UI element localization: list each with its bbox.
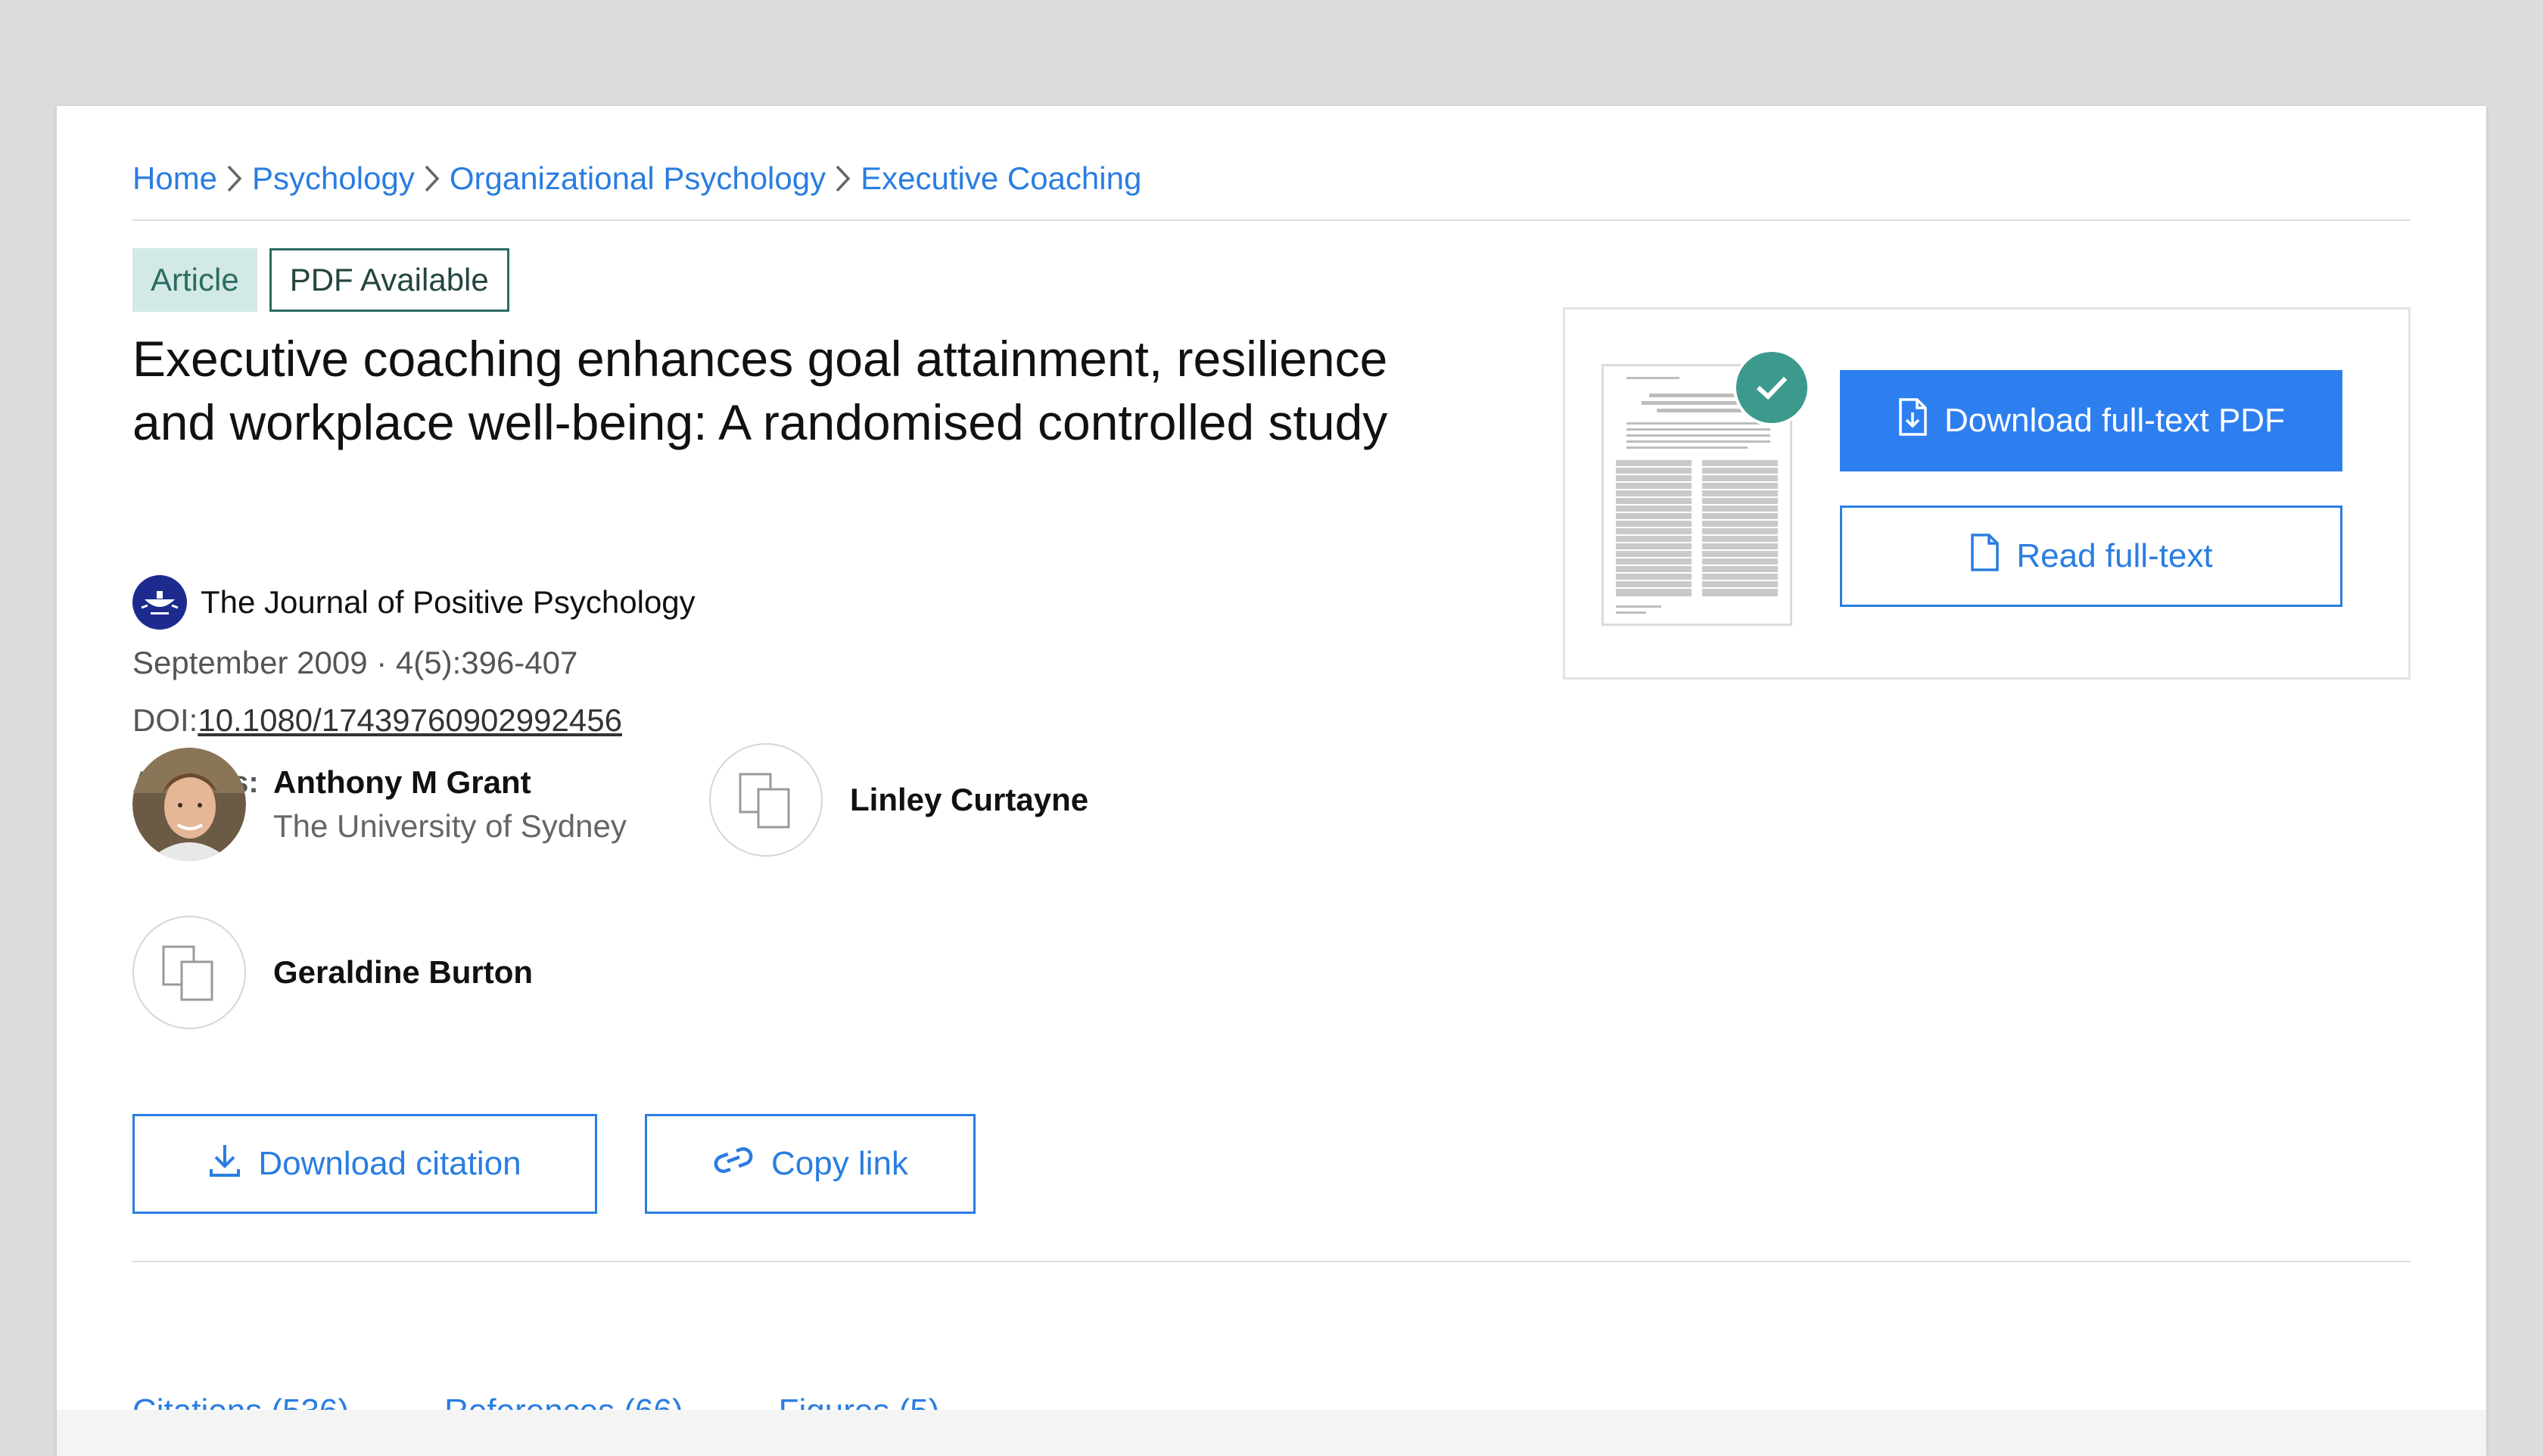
author-photo-icon: [132, 748, 246, 861]
author-card[interactable]: Geraldine Burton: [132, 916, 533, 1029]
breadcrumb-psychology[interactable]: Psychology: [252, 160, 415, 197]
download-fulltext-pdf-label: Download full-text PDF: [1944, 402, 2285, 439]
download-citation-button[interactable]: Download citation: [132, 1114, 597, 1214]
publication-date: September 2009 · 4(5):396-407: [132, 645, 578, 680]
read-fulltext-button[interactable]: Read full-text: [1840, 506, 2342, 607]
check-icon: [1733, 349, 1810, 426]
avatar: [132, 748, 246, 861]
download-citation-label: Download citation: [258, 1145, 521, 1182]
breadcrumb-home[interactable]: Home: [132, 160, 217, 197]
title-line: Executive coaching enhances goal attainm…: [132, 331, 1388, 387]
author-name: Linley Curtayne: [850, 782, 1089, 817]
author-affiliation: The University of Sydney: [273, 808, 627, 844]
page-title: Executive coaching enhances goal attainm…: [132, 327, 1593, 454]
doi-line: DOI:10.1080/17439760902992456: [132, 702, 622, 739]
download-icon: [208, 1142, 241, 1187]
doi-label: DOI:: [132, 702, 198, 738]
card-footer-band: [57, 1410, 2486, 1456]
article-type-badge: Article: [132, 248, 257, 312]
author-card[interactable]: Linley Curtayne: [709, 743, 1088, 857]
breadcrumb-divider: [132, 219, 2411, 221]
breadcrumb-executive-coaching[interactable]: Executive Coaching: [861, 160, 1141, 197]
breadcrumb: Home Psychology Organizational Psycholog…: [132, 156, 1141, 201]
doi-link[interactable]: 10.1080/17439760902992456: [198, 702, 622, 738]
journal-link[interactable]: The Journal of Positive Psychology: [132, 575, 696, 630]
fulltext-panel: Download full-text PDF Read full-text: [1563, 307, 2411, 680]
title-line: and workplace well-being: A randomised c…: [132, 394, 1388, 450]
chevron-right-icon: [223, 156, 246, 201]
placeholder-avatar-icon: [709, 743, 823, 857]
file-icon: [1969, 533, 2000, 580]
breadcrumb-organizational-psychology[interactable]: Organizational Psychology: [450, 160, 826, 197]
download-fulltext-pdf-button[interactable]: Download full-text PDF: [1840, 370, 2342, 471]
journal-name: The Journal of Positive Psychology: [201, 584, 696, 620]
badge-row: Article PDF Available: [132, 248, 509, 312]
link-icon: [712, 1145, 755, 1184]
chevron-right-icon: [832, 156, 854, 201]
author-name: Geraldine Burton: [273, 954, 534, 990]
chevron-right-icon: [421, 156, 444, 201]
journal-logo-icon: [132, 575, 187, 630]
tabs-divider: [132, 1261, 2411, 1262]
copy-link-label: Copy link: [771, 1145, 908, 1182]
file-download-icon: [1897, 397, 1928, 445]
author-name: Anthony M Grant: [273, 764, 531, 800]
read-fulltext-label: Read full-text: [2016, 537, 2213, 574]
author-card[interactable]: Anthony M Grant The University of Sydney: [132, 748, 627, 861]
pdf-available-badge: PDF Available: [269, 248, 509, 312]
placeholder-avatar-icon: [132, 916, 246, 1029]
copy-link-button[interactable]: Copy link: [645, 1114, 976, 1214]
article-card: Home Psychology Organizational Psycholog…: [57, 106, 2486, 1456]
